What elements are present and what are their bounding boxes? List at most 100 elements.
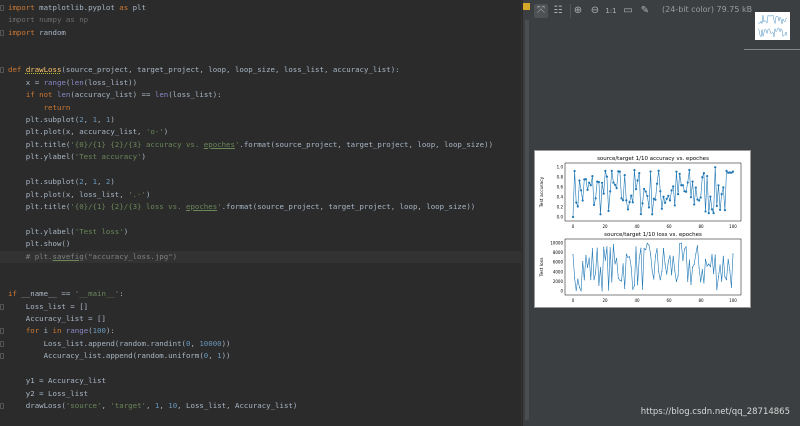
top-point <box>647 206 651 209</box>
bottom-point <box>606 246 608 248</box>
code-line[interactable]: Loss_list = [] <box>0 301 522 313</box>
code-token: len <box>154 90 169 100</box>
bottom-point <box>727 258 729 260</box>
background-icon[interactable]: ▭ <box>621 4 635 18</box>
code-line[interactable]: import matplotlib.pyplot as plt <box>0 2 522 14</box>
fold-marker-icon[interactable] <box>0 303 4 310</box>
bottom-point <box>611 281 613 283</box>
code-line[interactable]: Loss_list.append(random.randint(0, 10000… <box>0 338 522 350</box>
code-editor[interactable]: import matplotlib.pyplot as plt import nu… <box>0 0 522 426</box>
code-line[interactable]: plt.ylabel('Test loss') <box>0 226 522 238</box>
bottom-point <box>680 242 682 244</box>
code-line[interactable] <box>0 276 522 288</box>
top-point <box>710 208 714 211</box>
bottom-point <box>719 264 721 266</box>
bottom-point <box>724 276 726 278</box>
color-picker-icon[interactable]: ✎ <box>638 4 652 18</box>
fold-marker-icon[interactable] <box>0 328 4 335</box>
fold-marker-icon[interactable] <box>0 5 4 11</box>
code-token: , <box>145 401 155 411</box>
scrollbar-thumb[interactable] <box>525 20 529 420</box>
bottom-point <box>677 275 679 277</box>
top-ytick: 0.2 <box>557 205 564 210</box>
top-point <box>718 208 722 211</box>
top-point <box>575 201 578 204</box>
code-line[interactable]: plt.plot(x, loss_list, '.-') <box>0 189 522 201</box>
actual-size-icon[interactable]: 1:1 <box>604 4 618 18</box>
top-point <box>602 192 605 195</box>
code-line[interactable]: if not len(accuracy_list) == len(loss_li… <box>0 89 522 101</box>
top-point <box>643 187 646 191</box>
code-line[interactable]: # plt.savefig("accuracy_loss.jpg") <box>0 250 522 264</box>
fold-marker-icon[interactable] <box>0 403 4 410</box>
code-line[interactable]: Accuracy_list = [] <box>0 313 522 325</box>
code-line[interactable]: plt.title('{0}/{1} {2}/{3} loss vs. epoc… <box>0 201 522 213</box>
zoom-out-icon[interactable]: ⊖ <box>588 4 602 18</box>
bottom-point <box>682 260 684 262</box>
top-point <box>685 190 688 193</box>
code-line[interactable]: Accuracy_list.append(random.uniform(0, 1… <box>0 350 522 362</box>
code-token: if <box>8 289 22 299</box>
bottom-point <box>608 289 610 291</box>
code-line[interactable]: plt.show() <box>0 238 522 250</box>
code-line[interactable]: import random <box>0 27 522 39</box>
code-line[interactable]: plt.subplot(2, 1, 1) <box>0 114 522 126</box>
bottom-point <box>620 280 622 282</box>
code-line[interactable]: plt.subplot(2, 1, 2) <box>0 176 522 188</box>
fold-marker-icon[interactable] <box>0 67 4 74</box>
bottom-point <box>609 247 611 249</box>
bottom-point <box>624 287 626 289</box>
code-line[interactable] <box>0 263 522 275</box>
top-point <box>676 193 680 196</box>
code-line[interactable]: x = range(len(loss_list)) <box>0 77 522 89</box>
fit-zoom-icon[interactable]: ⤧ <box>534 4 548 18</box>
code-token: 'o-' <box>145 127 164 137</box>
warning-marker[interactable] <box>523 3 530 10</box>
code-token: Loss_list.append(random.randint( <box>8 338 186 348</box>
code-line[interactable] <box>0 39 522 51</box>
image-thumbnail[interactable] <box>755 12 790 40</box>
top-point <box>622 199 625 202</box>
fold-marker-icon[interactable] <box>0 353 4 360</box>
code-line[interactable]: plt.ylabel('Test accuracy') <box>0 151 522 163</box>
bottom-point <box>687 280 689 282</box>
bottom-point <box>721 280 723 282</box>
bottom-point <box>604 259 606 261</box>
code-line[interactable]: drawLoss('source', 'target', 1, 10, Loss… <box>0 400 522 412</box>
fold-marker-icon[interactable] <box>0 29 4 36</box>
code-line[interactable]: import numpy as np <box>0 14 522 26</box>
zoom-in-icon[interactable]: ⊕ <box>571 4 585 18</box>
bottom-point <box>645 249 647 251</box>
code-line[interactable]: plt.plot(x, accuracy_list, 'o-') <box>0 126 522 138</box>
bottom-point <box>653 278 655 280</box>
bottom-point <box>641 288 643 290</box>
code-token: # plt. <box>8 251 53 261</box>
bottom-point <box>703 282 705 284</box>
top-point <box>578 179 581 182</box>
top-point <box>620 197 623 200</box>
code-line[interactable] <box>0 52 522 64</box>
top-point <box>599 213 602 216</box>
code-line[interactable] <box>0 213 522 225</box>
bottom-xtick: 0 <box>572 298 575 303</box>
code-line[interactable]: if __name__ == '__main__': <box>0 288 522 300</box>
code-line[interactable]: y1 = Accuracy_list <box>0 375 522 387</box>
code-token: x = <box>8 77 44 87</box>
fold-marker-icon[interactable] <box>0 340 4 347</box>
top-point <box>581 199 584 202</box>
code-token: range <box>43 77 66 87</box>
bottom-point <box>700 281 702 283</box>
code-line[interactable] <box>0 363 522 375</box>
top-point <box>667 194 670 197</box>
code-line[interactable]: return <box>0 102 522 114</box>
bottom-point <box>722 255 724 257</box>
code-line[interactable]: plt.title('{0}/{1} {2}/{3} accuracy vs. … <box>0 139 522 151</box>
grid-icon[interactable]: ☷ <box>551 4 565 18</box>
code-line[interactable]: y2 = Loss_list <box>0 388 522 400</box>
bottom-xtick: 60 <box>666 298 672 303</box>
code-line[interactable]: def drawLoss(source_project, target_proj… <box>0 64 522 76</box>
code-line[interactable] <box>0 164 522 176</box>
bottom-point <box>695 253 697 255</box>
code-line[interactable]: for i in range(100): <box>0 325 522 337</box>
